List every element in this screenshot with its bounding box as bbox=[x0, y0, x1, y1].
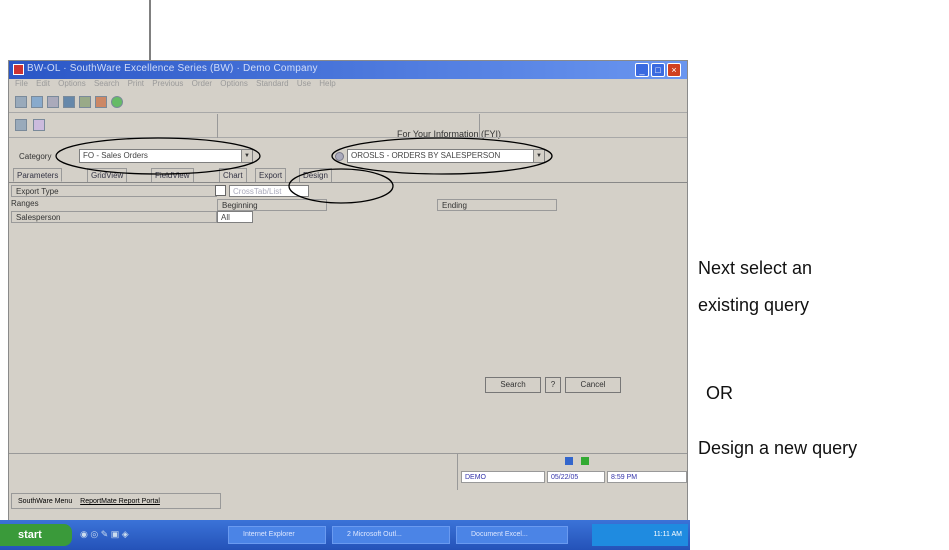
taskbar: start ◉ ◎ ✎ ▣ ◈ Internet Explorer 2 Micr… bbox=[0, 520, 690, 550]
start-button[interactable]: start bbox=[0, 524, 72, 546]
highlight-category bbox=[55, 137, 261, 175]
task-outlook[interactable]: 2 Microsoft Outl... bbox=[332, 526, 450, 544]
annotation-design-new: Design a new query bbox=[698, 438, 858, 458]
annotation-next-select: Next select an bbox=[698, 258, 813, 278]
task-excel[interactable]: Document Excel... bbox=[456, 526, 568, 544]
annotation-or: OR bbox=[706, 383, 733, 403]
system-tray: 11:11 AM bbox=[592, 524, 688, 546]
highlight-query bbox=[331, 137, 553, 175]
task-internet-explorer[interactable]: Internet Explorer bbox=[228, 526, 326, 544]
tab-parameters[interactable]: Parameters bbox=[13, 168, 63, 182]
annotation-existing-query: existing query bbox=[698, 295, 810, 315]
clock: 11:11 AM bbox=[653, 531, 682, 538]
quick-launch-icons[interactable]: ◉ ◎ ✎ ▣ ◈ bbox=[80, 529, 150, 541]
highlight-design bbox=[288, 168, 394, 204]
